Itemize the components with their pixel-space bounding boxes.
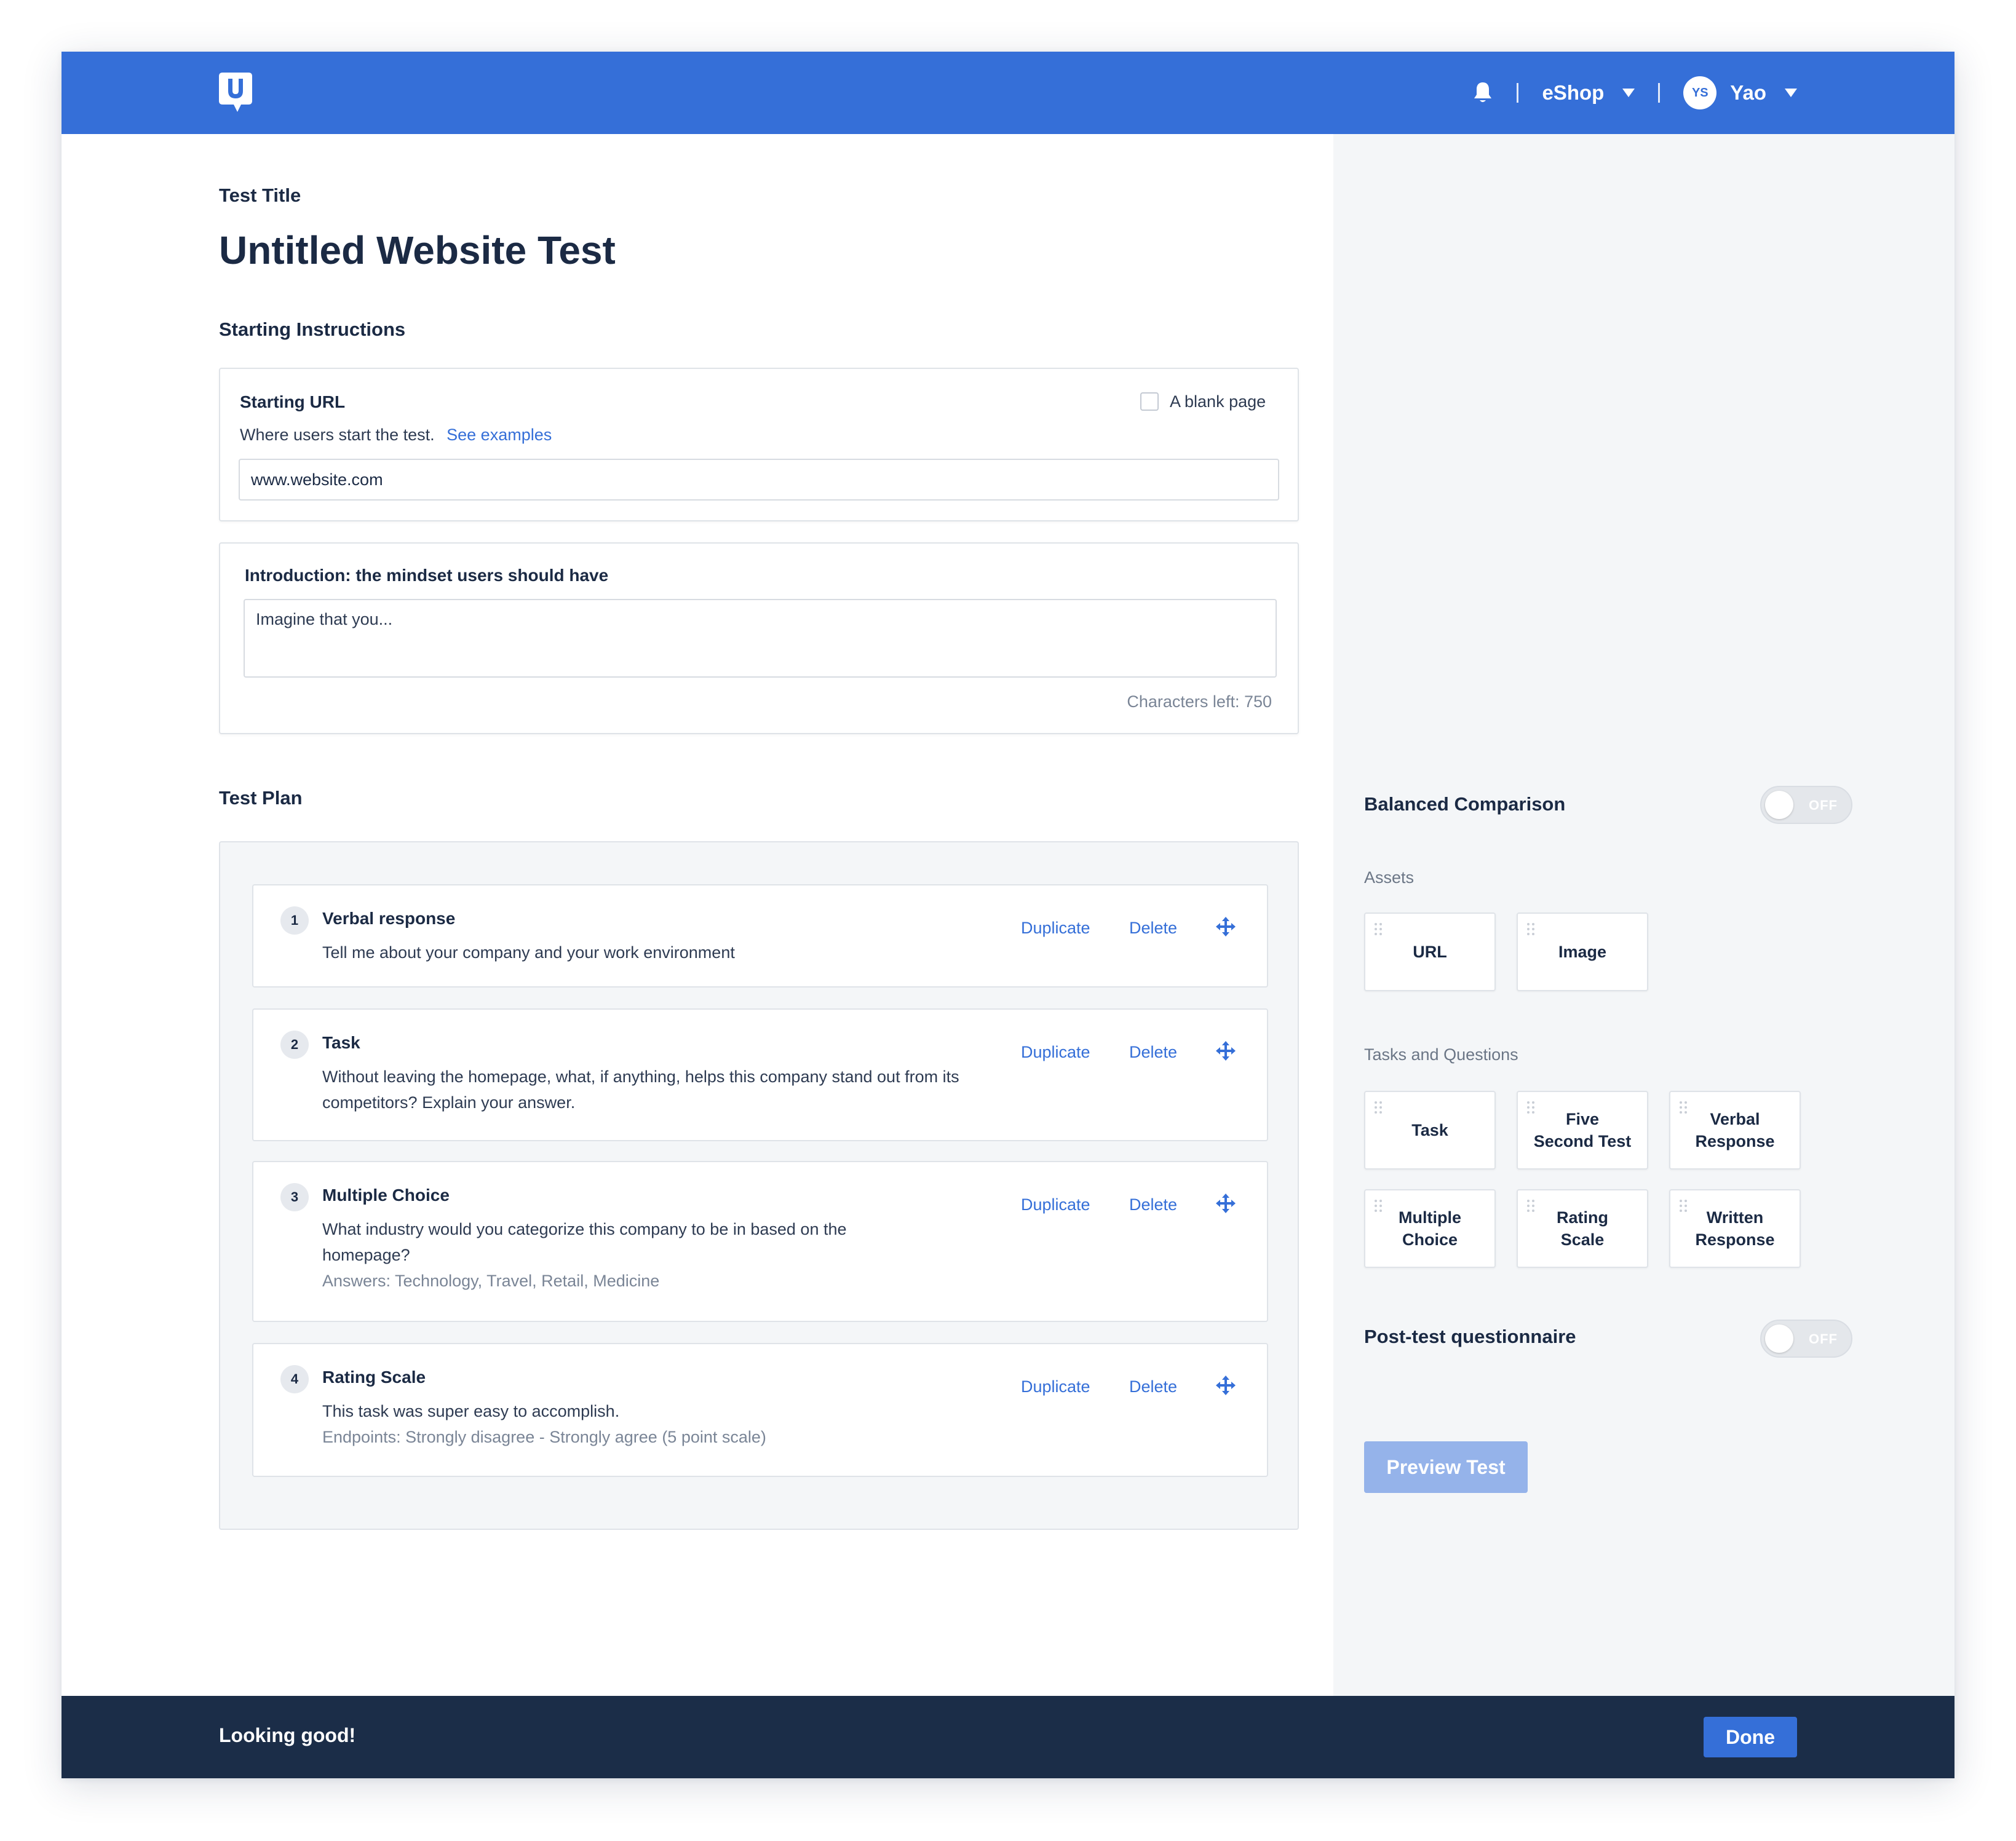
list-item[interactable]: 4 Rating Scale This task was super easy … — [252, 1343, 1268, 1477]
drag-handle-icon — [1527, 1200, 1534, 1212]
app-window: eShop YS Yao Test Title Untitled Website… — [62, 52, 1954, 1778]
avatar: YS — [1683, 76, 1717, 109]
task-tile-five-second-test[interactable]: Five Second Test — [1517, 1091, 1648, 1170]
workspace-name: eShop — [1542, 81, 1605, 104]
tile-label: URL — [1413, 943, 1447, 961]
tile-label: Five Second Test — [1533, 1110, 1632, 1150]
introduction-title: Introduction: the mindset users should h… — [245, 566, 609, 585]
drag-handle-icon — [1527, 923, 1534, 935]
duplicate-button[interactable]: Duplicate — [1021, 1377, 1090, 1396]
item-endpoints: Endpoints: Strongly disagree - Strongly … — [322, 1428, 766, 1446]
delete-button[interactable]: Delete — [1129, 1043, 1177, 1062]
delete-button[interactable]: Delete — [1129, 1195, 1177, 1214]
balanced-comparison-toggle[interactable]: OFF — [1760, 786, 1852, 824]
drag-handle-icon — [1375, 1200, 1382, 1212]
drag-handle-icon — [1680, 1200, 1687, 1212]
delete-button[interactable]: Delete — [1129, 919, 1177, 938]
assets-label: Assets — [1364, 868, 1415, 887]
item-text: Tell me about your company and your work… — [322, 943, 735, 962]
post-test-toggle[interactable]: OFF — [1760, 1320, 1852, 1358]
asset-tile-image[interactable]: Image — [1517, 913, 1648, 991]
drag-handle-icon — [1527, 1101, 1534, 1114]
item-type: Multiple Choice — [322, 1186, 450, 1205]
starting-url-help: Where users start the test. See examples — [240, 426, 552, 445]
page-title[interactable]: Untitled Website Test — [219, 228, 616, 273]
step-number-badge: 4 — [280, 1365, 309, 1393]
bell-icon[interactable] — [1472, 81, 1493, 105]
blank-page-label: A blank page — [1170, 392, 1266, 411]
test-plan-list: 1 Verbal response Tell me about your com… — [219, 841, 1299, 1530]
introduction-textarea[interactable]: Imagine that you... — [244, 599, 1277, 678]
drag-handle-icon — [1680, 1101, 1687, 1114]
status-message: Looking good! — [219, 1724, 356, 1746]
test-plan-label: Test Plan — [219, 787, 303, 809]
tile-label: Rating Scale — [1557, 1208, 1608, 1249]
introduction-card: Introduction: the mindset users should h… — [219, 542, 1299, 734]
done-button[interactable]: Done — [1704, 1717, 1797, 1757]
item-answers: Answers: Technology, Travel, Retail, Med… — [322, 1272, 660, 1290]
starting-url-title: Starting URL — [240, 392, 346, 411]
user-name: Yao — [1730, 81, 1766, 104]
preview-test-button[interactable]: Preview Test — [1364, 1441, 1528, 1493]
header-actions: eShop YS Yao — [1472, 52, 1797, 134]
tasks-questions-label: Tasks and Questions — [1364, 1045, 1518, 1064]
see-examples-link[interactable]: See examples — [446, 426, 552, 444]
delete-button[interactable]: Delete — [1129, 1377, 1177, 1396]
workspace-switcher[interactable]: eShop — [1542, 81, 1635, 105]
usertesting-logo-icon[interactable] — [219, 73, 252, 113]
tile-label: Task — [1411, 1121, 1448, 1139]
starting-url-help-text: Where users start the test. — [240, 426, 435, 444]
task-tile-verbal-response[interactable]: Verbal Response — [1669, 1091, 1801, 1170]
item-type: Verbal response — [322, 909, 456, 928]
asset-tile-url[interactable]: URL — [1364, 913, 1496, 991]
move-icon[interactable] — [1215, 1375, 1236, 1396]
blank-page-checkbox[interactable] — [1140, 392, 1159, 411]
header-divider — [1517, 83, 1519, 103]
post-test-questionnaire-label: Post-test questionnaire — [1364, 1326, 1576, 1347]
task-tile-rating-scale[interactable]: Rating Scale — [1517, 1189, 1648, 1268]
tile-label: Multiple Choice — [1399, 1208, 1461, 1249]
item-type: Task — [322, 1033, 360, 1052]
toggle-state: OFF — [1809, 798, 1838, 813]
duplicate-button[interactable]: Duplicate — [1021, 1195, 1090, 1214]
list-item[interactable]: 3 Multiple Choice What industry would yo… — [252, 1161, 1268, 1322]
task-tile-written-response[interactable]: Written Response — [1669, 1189, 1801, 1268]
task-tile-task[interactable]: Task — [1364, 1091, 1496, 1170]
list-item[interactable]: 1 Verbal response Tell me about your com… — [252, 884, 1268, 988]
test-title-label: Test Title — [219, 184, 301, 206]
task-tile-multiple-choice[interactable]: Multiple Choice — [1364, 1189, 1496, 1268]
tile-label: Verbal Response — [1695, 1110, 1775, 1150]
toggle-state: OFF — [1809, 1331, 1838, 1347]
move-icon[interactable] — [1215, 916, 1236, 937]
step-number-badge: 2 — [280, 1031, 309, 1059]
starting-url-input[interactable]: www.website.com — [239, 459, 1279, 501]
header-divider — [1658, 83, 1661, 103]
chevron-down-icon — [1622, 89, 1635, 97]
item-type: Rating Scale — [322, 1368, 426, 1387]
item-text: This task was super easy to accomplish. — [322, 1402, 620, 1420]
step-number-badge: 1 — [280, 906, 309, 935]
tile-label: Written Response — [1695, 1208, 1775, 1249]
footer-bar: Looking good! Done — [62, 1696, 1954, 1778]
move-icon[interactable] — [1215, 1193, 1236, 1214]
item-text: Without leaving the homepage, what, if a… — [322, 1067, 959, 1112]
toggle-knob — [1765, 791, 1793, 819]
user-menu[interactable]: YS Yao — [1683, 76, 1797, 109]
drag-handle-icon — [1375, 923, 1382, 935]
duplicate-button[interactable]: Duplicate — [1021, 1043, 1090, 1062]
move-icon[interactable] — [1215, 1040, 1236, 1061]
top-nav-bar: eShop YS Yao — [62, 52, 1954, 134]
characters-left: Characters left: 750 — [1127, 692, 1272, 711]
duplicate-button[interactable]: Duplicate — [1021, 919, 1090, 938]
drag-handle-icon — [1375, 1101, 1382, 1114]
tile-label: Image — [1558, 943, 1607, 961]
chevron-down-icon — [1785, 89, 1797, 97]
item-text: What industry would you categorize this … — [322, 1220, 847, 1264]
starting-url-card: Starting URL Where users start the test.… — [219, 368, 1299, 521]
starting-instructions-label: Starting Instructions — [219, 319, 406, 340]
balanced-comparison-label: Balanced Comparison — [1364, 793, 1566, 815]
list-item[interactable]: 2 Task Without leaving the homepage, wha… — [252, 1008, 1268, 1141]
toggle-knob — [1765, 1324, 1793, 1353]
step-number-badge: 3 — [280, 1183, 309, 1211]
